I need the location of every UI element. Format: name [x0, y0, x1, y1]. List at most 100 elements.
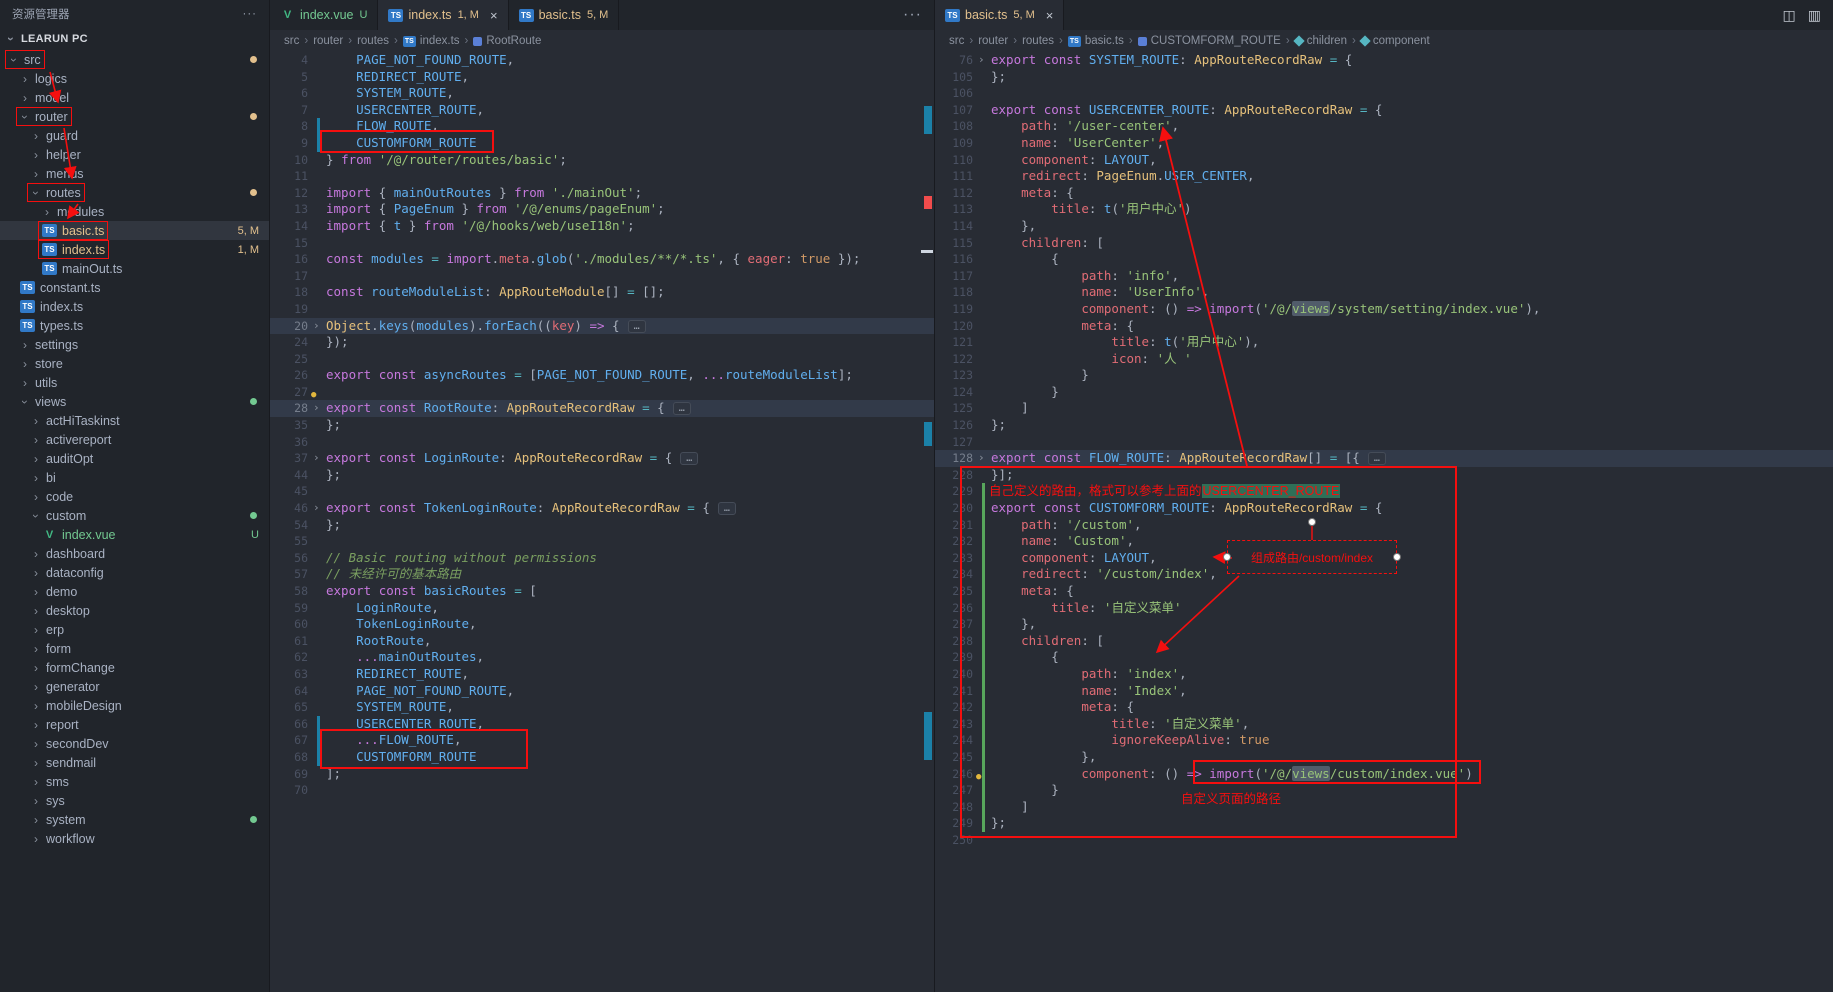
tree-item-auditOpt[interactable]: ›auditOpt	[0, 449, 269, 468]
code-line-247[interactable]: 247 }	[935, 782, 1833, 799]
tree-item-formChange[interactable]: ›formChange	[0, 658, 269, 677]
breadcrumb-item-RootRoute[interactable]: RootRoute	[473, 35, 541, 47]
code-line-108[interactable]: 108 path: '/user-center',	[935, 118, 1833, 135]
code-line-58[interactable]: 58export const basicRoutes = [	[270, 583, 934, 600]
code-line-244[interactable]: 244 ignoreKeepAlive: true	[935, 732, 1833, 749]
code-line-57[interactable]: 57// 未经许可的基本路由	[270, 566, 934, 583]
code-line-107[interactable]: 107export const USERCENTER_ROUTE: AppRou…	[935, 102, 1833, 119]
tree-item-logics[interactable]: ›logics	[0, 69, 269, 88]
code-line-236[interactable]: 236 title: '自定义菜单'	[935, 600, 1833, 617]
fold-chevron-icon[interactable]: ›	[313, 318, 320, 335]
code-line-232[interactable]: 232 name: 'Custom',	[935, 533, 1833, 550]
folded-ellipsis-badge[interactable]: …	[680, 452, 698, 465]
breadcrumb-item-routes[interactable]: routes	[357, 35, 389, 47]
code-line-246[interactable]: 246● component: () => import('/@/views/c…	[935, 766, 1833, 783]
code-line-118[interactable]: 118 name: 'UserInfo',	[935, 284, 1833, 301]
code-line-60[interactable]: 60 TokenLoginRoute,	[270, 616, 934, 633]
code-line-66[interactable]: 66 USERCENTER_ROUTE,	[270, 716, 934, 733]
code-line-27[interactable]: 27●	[270, 384, 934, 401]
folded-ellipsis-badge[interactable]: …	[628, 320, 646, 333]
fold-chevron-icon[interactable]: ›	[313, 450, 320, 467]
code-line-114[interactable]: 114 },	[935, 218, 1833, 235]
tree-item-index.ts[interactable]: TSindex.ts1, M	[0, 240, 269, 259]
tree-item-router[interactable]: ›router	[0, 107, 269, 126]
breadcrumb-item-router[interactable]: router	[313, 35, 343, 47]
code-line-11[interactable]: 11	[270, 168, 934, 185]
code-line-7[interactable]: 7 USERCENTER_ROUTE,	[270, 102, 934, 119]
code-line-229[interactable]: 229	[935, 483, 1833, 500]
code-line-128[interactable]: 128›export const FLOW_ROUTE: AppRouteRec…	[935, 450, 1833, 467]
code-line-113[interactable]: 113 title: t('用户中心')	[935, 201, 1833, 218]
tree-item-generator[interactable]: ›generator	[0, 677, 269, 696]
code-line-245[interactable]: 245 },	[935, 749, 1833, 766]
split-editor-icon[interactable]: ◫	[1783, 7, 1796, 24]
code-line-76[interactable]: 76›export const SYSTEM_ROUTE: AppRouteRe…	[935, 52, 1833, 69]
tab-index.ts[interactable]: TSindex.ts1, M×	[378, 0, 508, 30]
code-line-10[interactable]: 10} from '/@/router/routes/basic';	[270, 152, 934, 169]
code-line-231[interactable]: 231 path: '/custom',	[935, 517, 1833, 534]
explorer-more-icon[interactable]: ···	[243, 8, 258, 20]
code-line-26[interactable]: 26export const asyncRoutes = [PAGE_NOT_F…	[270, 367, 934, 384]
tab-basic.ts[interactable]: TSbasic.ts5, M×	[935, 0, 1064, 30]
code-line-69[interactable]: 69];	[270, 766, 934, 783]
code-line-238[interactable]: 238 children: [	[935, 633, 1833, 650]
code-line-19[interactable]: 19	[270, 301, 934, 318]
tree-item-constant.ts[interactable]: TSconstant.ts	[0, 278, 269, 297]
code-line-109[interactable]: 109 name: 'UserCenter',	[935, 135, 1833, 152]
tree-item-report[interactable]: ›report	[0, 715, 269, 734]
code-line-45[interactable]: 45	[270, 483, 934, 500]
fold-chevron-icon[interactable]: ›	[313, 500, 320, 517]
close-icon[interactable]: ×	[490, 8, 498, 23]
breadcrumb-item-component[interactable]: component	[1361, 35, 1430, 47]
code-line-124[interactable]: 124 }	[935, 384, 1833, 401]
code-line-56[interactable]: 56// Basic routing without permissions	[270, 550, 934, 567]
close-icon[interactable]: ×	[1046, 8, 1054, 23]
code-line-8[interactable]: 8 FLOW_ROUTE,	[270, 118, 934, 135]
editor-actions-more-icon[interactable]: ···	[891, 0, 934, 30]
code-line-67[interactable]: 67 ...FLOW_ROUTE,	[270, 732, 934, 749]
tree-item-index.ts[interactable]: TSindex.ts	[0, 297, 269, 316]
breadcrumb-item-CUSTOMFORM_ROUTE[interactable]: CUSTOMFORM_ROUTE	[1138, 35, 1281, 47]
tree-item-demo[interactable]: ›demo	[0, 582, 269, 601]
tree-item-src[interactable]: ›src	[0, 50, 269, 69]
tree-item-sendmail[interactable]: ›sendmail	[0, 753, 269, 772]
tree-item-system[interactable]: ›system	[0, 810, 269, 829]
folded-ellipsis-badge[interactable]: …	[718, 502, 736, 515]
code-line-120[interactable]: 120 meta: {	[935, 318, 1833, 335]
code-line-117[interactable]: 117 path: 'info',	[935, 268, 1833, 285]
code-line-126[interactable]: 126};	[935, 417, 1833, 434]
code-line-248[interactable]: 248 ]	[935, 799, 1833, 816]
code-line-243[interactable]: 243 title: '自定义菜单',	[935, 716, 1833, 733]
code-line-233[interactable]: 233 component: LAYOUT,	[935, 550, 1833, 567]
code-line-20[interactable]: 20›Object.keys(modules).forEach((key) =>…	[270, 318, 934, 335]
code-line-15[interactable]: 15	[270, 235, 934, 252]
code-line-241[interactable]: 241 name: 'Index',	[935, 683, 1833, 700]
code-line-237[interactable]: 237 },	[935, 616, 1833, 633]
layout-icon[interactable]: ▥	[1808, 7, 1821, 24]
code-line-55[interactable]: 55	[270, 533, 934, 550]
tree-item-activereport[interactable]: ›activereport	[0, 430, 269, 449]
tree-item-basic.ts[interactable]: TSbasic.ts5, M	[0, 221, 269, 240]
code-line-13[interactable]: 13import { PageEnum } from '/@/enums/pag…	[270, 201, 934, 218]
code-line-230[interactable]: 230export const CUSTOMFORM_ROUTE: AppRou…	[935, 500, 1833, 517]
tree-item-secondDev[interactable]: ›secondDev	[0, 734, 269, 753]
code-line-62[interactable]: 62 ...mainOutRoutes,	[270, 649, 934, 666]
code-line-46[interactable]: 46›export const TokenLoginRoute: AppRout…	[270, 500, 934, 517]
code-line-105[interactable]: 105};	[935, 69, 1833, 86]
breadcrumb-item-index.ts[interactable]: TSindex.ts	[403, 35, 460, 47]
code-line-112[interactable]: 112 meta: {	[935, 185, 1833, 202]
fold-chevron-icon[interactable]: ›	[313, 400, 320, 417]
code-line-111[interactable]: 111 redirect: PageEnum.USER_CENTER,	[935, 168, 1833, 185]
code-line-61[interactable]: 61 RootRoute,	[270, 633, 934, 650]
fold-chevron-icon[interactable]: ›	[978, 52, 985, 69]
code-line-64[interactable]: 64 PAGE_NOT_FOUND_ROUTE,	[270, 683, 934, 700]
code-line-9[interactable]: 9 CUSTOMFORM_ROUTE	[270, 135, 934, 152]
code-line-125[interactable]: 125 ]	[935, 400, 1833, 417]
code-line-68[interactable]: 68 CUSTOMFORM_ROUTE	[270, 749, 934, 766]
code-line-250[interactable]: 250	[935, 832, 1833, 849]
tree-item-types.ts[interactable]: TStypes.ts	[0, 316, 269, 335]
tree-item-menus[interactable]: ›menus	[0, 164, 269, 183]
code-line-65[interactable]: 65 SYSTEM_ROUTE,	[270, 699, 934, 716]
tree-item-bi[interactable]: ›bi	[0, 468, 269, 487]
tree-item-mainOut.ts[interactable]: TSmainOut.ts	[0, 259, 269, 278]
